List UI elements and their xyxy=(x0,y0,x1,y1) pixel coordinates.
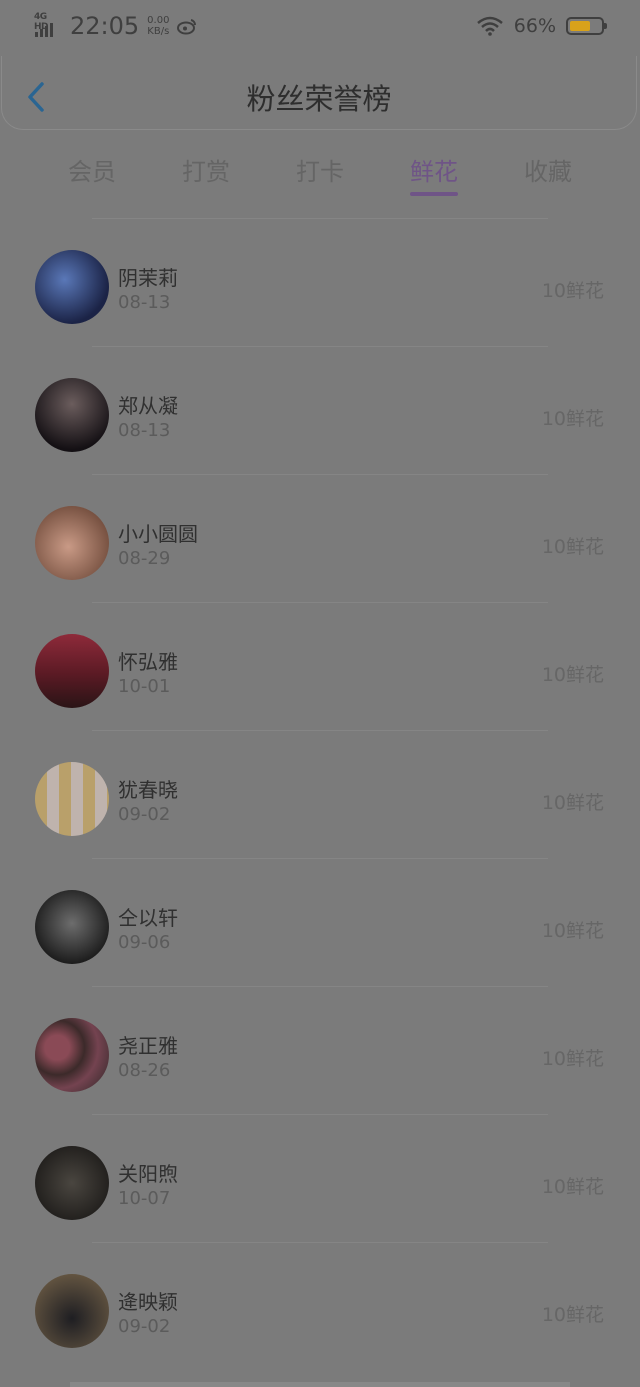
fan-name: 怀弘雅 xyxy=(118,650,178,674)
fan-row[interactable]: 怀弘雅 10-01 10鲜花 xyxy=(0,603,640,730)
fan-date: 08-29 xyxy=(118,548,171,569)
clock: 22:05 xyxy=(70,12,140,40)
avatar[interactable] xyxy=(35,634,109,708)
fan-row[interactable]: 逄映颖 09-02 10鲜花 xyxy=(0,1243,640,1370)
speed-value: 0.00 xyxy=(147,15,170,26)
battery-icon xyxy=(566,17,607,35)
header-bar: 粉丝荣誉榜 xyxy=(1,56,637,130)
fan-row[interactable]: 阴茉莉 08-13 10鲜花 xyxy=(0,219,640,346)
fan-date: 08-13 xyxy=(118,292,171,313)
fan-date: 09-02 xyxy=(118,804,171,825)
active-tab-indicator xyxy=(410,192,458,196)
avatar[interactable] xyxy=(35,378,109,452)
flower-count: 10鲜花 xyxy=(541,1304,604,1326)
fan-name: 仝以轩 xyxy=(118,906,178,930)
network-speed: 0.00 KB/s xyxy=(147,15,169,37)
fan-date: 10-07 xyxy=(118,1188,171,1209)
tab-1[interactable]: 会员 xyxy=(42,152,142,187)
avatar[interactable] xyxy=(35,1274,109,1348)
avatar[interactable] xyxy=(35,762,109,836)
fan-date: 09-06 xyxy=(118,932,171,953)
weibo-icon xyxy=(177,19,197,35)
fan-date: 10-01 xyxy=(118,676,171,697)
avatar[interactable] xyxy=(35,506,109,580)
flower-count: 10鲜花 xyxy=(541,1176,604,1198)
fan-name: 尧正雅 xyxy=(118,1034,178,1058)
tab-bar: 会员 打赏 打卡 鲜花 收藏 xyxy=(0,142,640,202)
wifi-icon xyxy=(476,16,503,36)
flower-count: 10鲜花 xyxy=(541,1048,604,1070)
cellular-signal-icon: 4G HD xyxy=(34,12,62,39)
tab-2[interactable]: 打赏 xyxy=(156,152,256,187)
tab-5[interactable]: 收藏 xyxy=(498,152,598,187)
status-bar: 4G HD 22:05 0.00 KB/s 66% xyxy=(0,0,640,52)
flower-count: 10鲜花 xyxy=(541,280,604,302)
fan-row[interactable]: 关阳煦 10-07 10鲜花 xyxy=(0,1115,640,1242)
fan-name: 关阳煦 xyxy=(118,1162,178,1186)
avatar[interactable] xyxy=(35,1146,109,1220)
fan-list: 阴茉莉 08-13 10鲜花 郑从凝 08-13 10鲜花 小小圆圆 08-29 10鲜花 怀弘雅… xyxy=(0,218,640,1370)
fan-date: 08-13 xyxy=(118,420,171,441)
fan-row[interactable]: 尧正雅 08-26 10鲜花 xyxy=(0,987,640,1114)
flower-count: 10鲜花 xyxy=(541,792,604,814)
fan-row[interactable]: 犹春晓 09-02 10鲜花 xyxy=(0,731,640,858)
fan-date: 08-26 xyxy=(118,1060,171,1081)
fan-row[interactable]: 仝以轩 09-06 10鲜花 xyxy=(0,859,640,986)
fan-row[interactable]: 郑从凝 08-13 10鲜花 xyxy=(0,347,640,474)
tab-3[interactable]: 打卡 xyxy=(270,152,370,187)
fan-name: 小小圆圆 xyxy=(118,522,198,546)
fan-name: 郑从凝 xyxy=(118,394,178,418)
speed-unit: KB/s xyxy=(147,26,170,37)
fan-name: 逄映颖 xyxy=(118,1290,178,1314)
flower-count: 10鲜花 xyxy=(541,408,604,430)
tab-4[interactable]: 鲜花 xyxy=(384,152,484,187)
avatar[interactable] xyxy=(35,250,109,324)
fan-name: 阴茉莉 xyxy=(118,266,178,290)
battery-percent: 66% xyxy=(513,15,556,37)
bottom-edge xyxy=(70,1382,570,1387)
flower-count: 10鲜花 xyxy=(541,920,604,942)
fan-date: 09-02 xyxy=(118,1316,171,1337)
avatar[interactable] xyxy=(35,890,109,964)
flower-count: 10鲜花 xyxy=(541,536,604,558)
avatar[interactable] xyxy=(35,1018,109,1092)
fan-name: 犹春晓 xyxy=(118,778,178,802)
flower-count: 10鲜花 xyxy=(541,664,604,686)
fan-row[interactable]: 小小圆圆 08-29 10鲜花 xyxy=(0,475,640,602)
page-title: 粉丝荣誉榜 xyxy=(246,82,392,116)
